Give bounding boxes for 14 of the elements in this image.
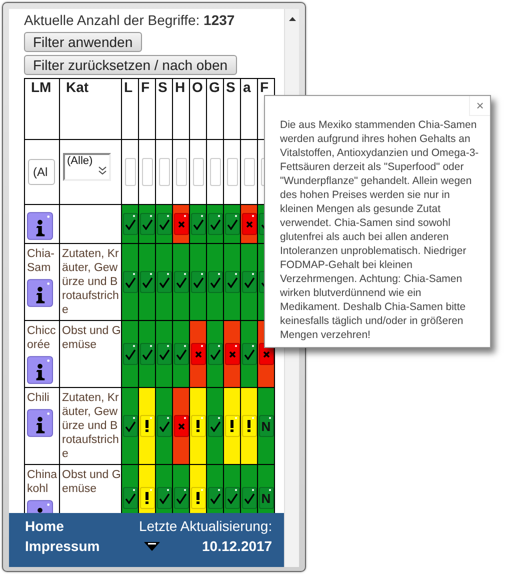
category-text: Obst und Gemüse <box>62 324 121 352</box>
item-name: Chia-Sam <box>27 247 56 275</box>
category-text: Zutaten, Kräuter, Gewürze und Brotaufstriche <box>62 247 120 317</box>
category-text: Zutaten, Kräuter, Gewürze und Brotaufstriche <box>62 391 120 461</box>
update-label: Letzte Aktualisierung: <box>139 518 272 534</box>
term-count: Aktuelle Anzahl der Begriffe: 1237 <box>24 12 236 28</box>
item-name: Chiccorée <box>27 324 57 352</box>
popup-text: Die aus Mexiko stammenden Chia-Samen werden aufgrund ihres hohen Gehalts an Vitalstoffen, Antioxydanzien und Omega-3-Fettsäuren derzeit als "Superfood" oder "Wunderpflanze" gehandelt. Allein wegen des hohen Preises werden sie nur in kleinen Mengen als gesunde Zutat verwendet. Chia-Samen sind sowohl glutenfrei als auch bei allen anderen Intoleranzen unproblematisch. Niedriger FODMAP-Gehalt bei kleinen Verzehrmengen. Achtung: Chia-Samen wirken blutverdünnend wie ein Medikament. Deshalb Chia-Samen bitte keinesfalls täglich und/oder in größeren Mengen verzehren! <box>280 118 480 342</box>
status-label: N <box>261 490 271 506</box>
item-name: Chili <box>27 391 50 405</box>
item-name: Chinakohl <box>27 468 58 496</box>
category-text: Obst und Gemüse <box>62 468 121 496</box>
update-date: 10.12.2017 <box>202 538 272 554</box>
status-label: N <box>261 418 271 434</box>
